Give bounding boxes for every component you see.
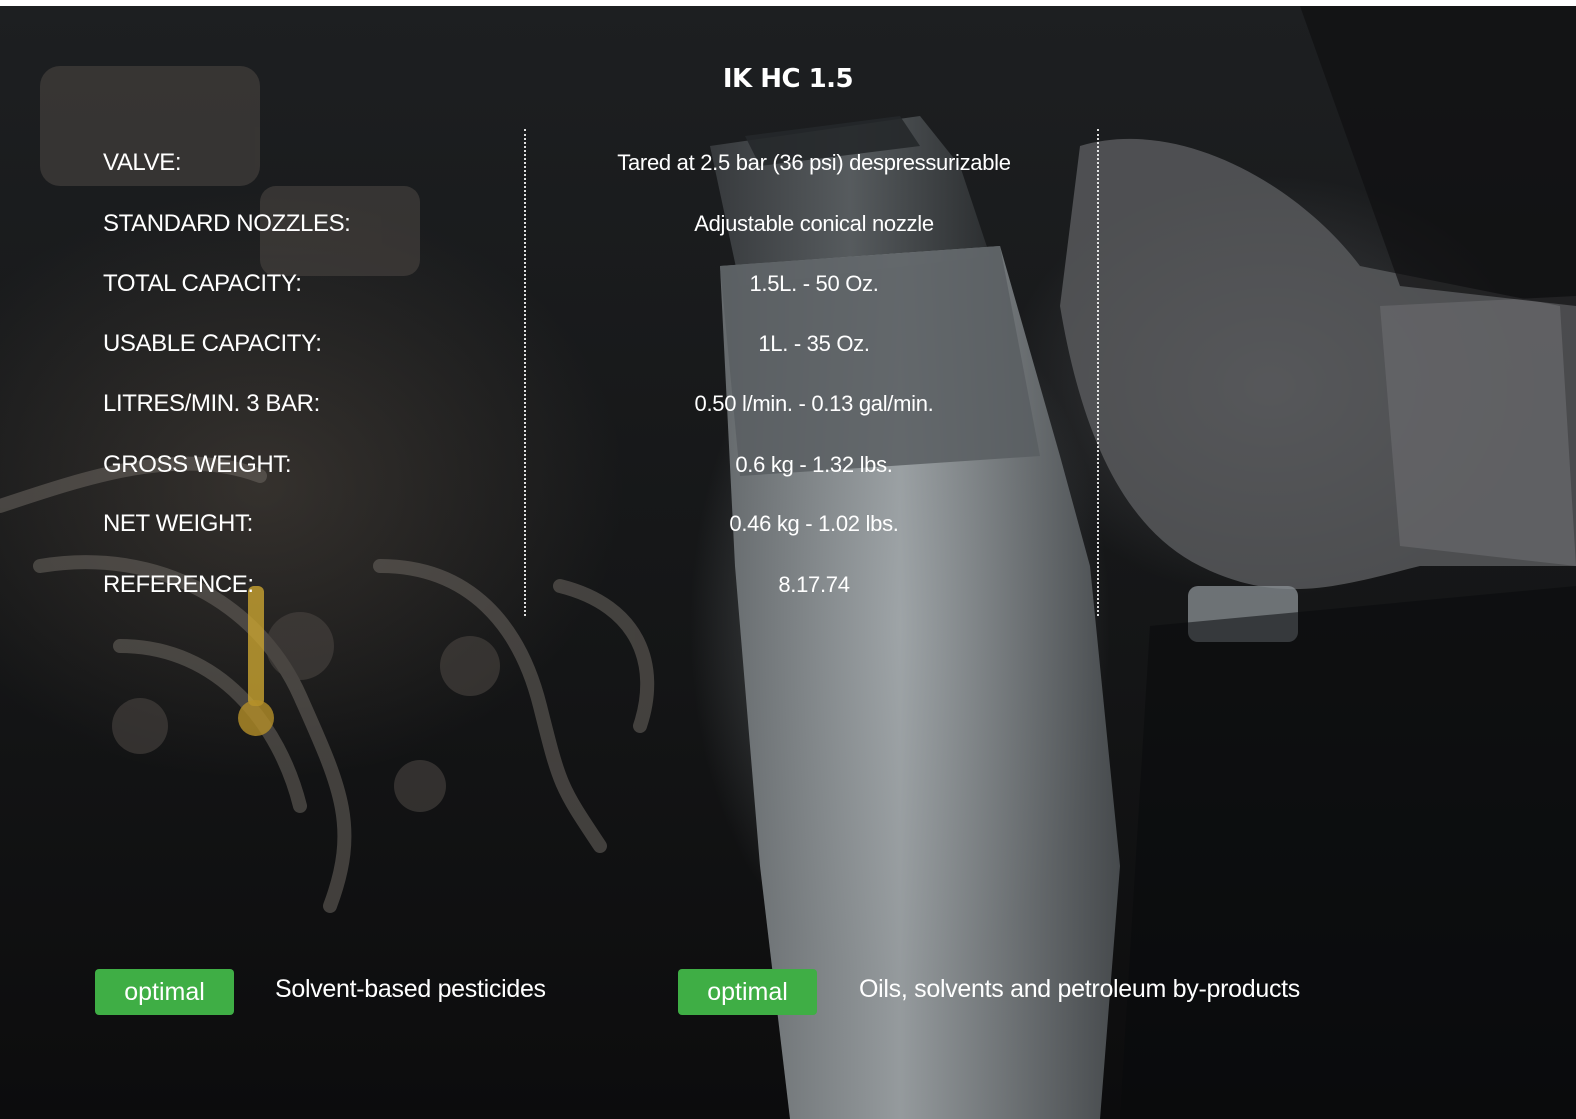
optimal-badge: optimal: [678, 969, 817, 1015]
spec-value: Tared at 2.5 bar (36 psi) despressurizab…: [617, 150, 1011, 175]
spec-label: VALVE:: [103, 149, 182, 176]
spec-label: REFERENCE:: [103, 571, 254, 598]
spec-value: 1.5L. - 50 Oz.: [749, 271, 879, 296]
spec-row-reference: REFERENCE: 8.17.74: [0, 570, 1576, 630]
spec-row-valve: VALVE: Tared at 2.5 bar (36 psi) despres…: [0, 148, 1576, 208]
product-spec-panel: IK HC 1.5 VALVE: Tared at 2.5 bar (36 ps…: [0, 6, 1576, 1119]
spec-value: Adjustable conical nozzle: [694, 211, 934, 236]
spec-value: 0.6 kg - 1.32 lbs.: [735, 452, 893, 477]
spec-row-usable-capacity: USABLE CAPACITY: 1L. - 35 Oz.: [0, 329, 1576, 389]
compatibility-text: Solvent-based pesticides: [275, 975, 546, 1003]
spec-label: NET WEIGHT:: [103, 510, 253, 537]
compatibility-item: optimal Solvent-based pesticides: [95, 969, 575, 1017]
spec-value: 8.17.74: [778, 572, 850, 597]
spec-value: 0.50 l/min. - 0.13 gal/min.: [694, 391, 934, 416]
spec-row-net-weight: NET WEIGHT: 0.46 kg - 1.02 lbs.: [0, 509, 1576, 569]
spec-label: TOTAL CAPACITY:: [103, 270, 302, 297]
spec-row-gross-weight: GROSS WEIGHT: 0.6 kg - 1.32 lbs.: [0, 450, 1576, 510]
product-title: IK HC 1.5: [722, 64, 854, 94]
optimal-badge: optimal: [95, 969, 234, 1015]
spec-value: 0.46 kg - 1.02 lbs.: [729, 511, 899, 536]
spec-row-standard-nozzles: STANDARD NOZZLES: Adjustable conical noz…: [0, 209, 1576, 269]
spec-label: LITRES/MIN. 3 BAR:: [103, 390, 320, 417]
spec-label: STANDARD NOZZLES:: [103, 210, 351, 237]
spec-row-total-capacity: TOTAL CAPACITY: 1.5L. - 50 Oz.: [0, 269, 1576, 329]
spec-row-litres-per-min: LITRES/MIN. 3 BAR: 0.50 l/min. - 0.13 ga…: [0, 389, 1576, 449]
spec-label: USABLE CAPACITY:: [103, 330, 322, 357]
spec-label: GROSS WEIGHT:: [103, 451, 292, 478]
spec-value: 1L. - 35 Oz.: [758, 331, 870, 356]
compatibility-text: Oils, solvents and petroleum by-products: [859, 975, 1300, 1003]
compatibility-item: optimal Oils, solvents and petroleum by-…: [678, 969, 1378, 1017]
